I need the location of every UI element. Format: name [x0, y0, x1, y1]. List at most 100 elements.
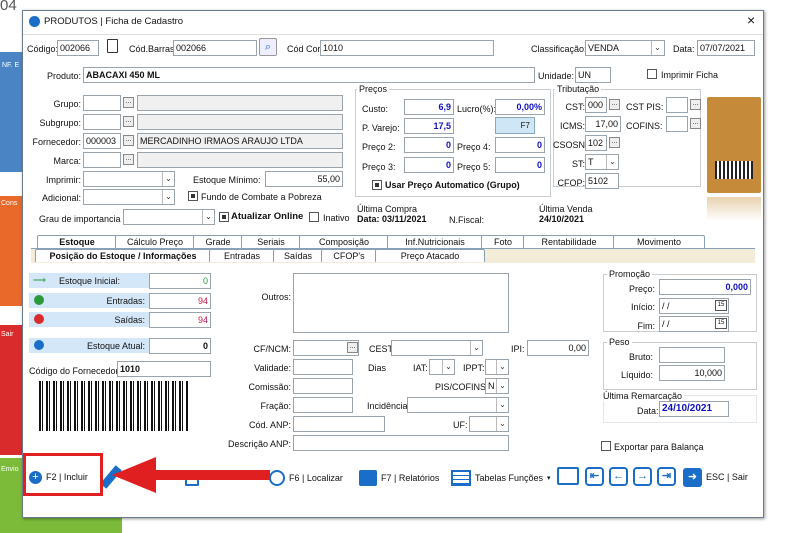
icms-input[interactable]: 17,00: [585, 116, 621, 132]
close-icon[interactable]: ×: [747, 13, 755, 27]
fundo-checkbox[interactable]: [188, 191, 198, 201]
tab-foto[interactable]: Foto: [481, 235, 525, 248]
plus-circle-icon: [34, 295, 44, 305]
product-image[interactable]: [707, 97, 761, 193]
p3-input[interactable]: 0: [404, 157, 454, 173]
csosn-input[interactable]: 102: [585, 135, 607, 151]
incidencia-select[interactable]: [407, 397, 509, 413]
tab-estoque[interactable]: Estoque: [37, 235, 117, 248]
ipi-input[interactable]: 0,00: [527, 340, 589, 356]
tab-calculo-preco[interactable]: Cálculo Preço: [115, 235, 195, 248]
relatorios-button[interactable]: F7 | Relatórios: [359, 468, 439, 488]
tabelas-button[interactable]: Tabelas Funções ▾: [451, 468, 551, 488]
tab-preco-atacado[interactable]: Preço Atacado: [375, 249, 485, 262]
chevron-down-icon[interactable]: ⌄: [202, 210, 214, 224]
auto-price-checkbox[interactable]: [372, 180, 382, 190]
inativo-checkbox[interactable]: [309, 212, 319, 222]
codigo-input[interactable]: 002066: [57, 40, 99, 56]
cfop-input[interactable]: 5102: [585, 173, 619, 189]
tab-inf-nutricionais[interactable]: Inf.Nutricionais: [387, 235, 483, 248]
prev-record-icon[interactable]: ←: [609, 467, 628, 486]
p5-input[interactable]: 0: [495, 157, 545, 173]
imprimir-ficha-checkbox[interactable]: [647, 69, 657, 79]
tab-saidas[interactable]: Saídas: [273, 249, 323, 262]
cofins-lookup-button[interactable]: ...: [690, 118, 701, 129]
validade-input[interactable]: [293, 359, 353, 375]
atualizar-online-checkbox[interactable]: [219, 212, 229, 222]
chevron-down-icon[interactable]: ⌄: [496, 379, 508, 393]
estoque-minimo-input[interactable]: 55,00: [265, 171, 343, 187]
fornecedor-code[interactable]: 000003: [83, 133, 121, 149]
grupo-code[interactable]: [83, 95, 121, 111]
bruto-input[interactable]: [659, 347, 725, 363]
varejo-input[interactable]: 17,5: [404, 118, 454, 134]
calendar-icon[interactable]: 15: [715, 300, 727, 311]
monitor-icon[interactable]: [557, 467, 579, 485]
cstpis-input[interactable]: [666, 97, 688, 113]
chevron-down-icon[interactable]: ⌄: [496, 398, 508, 412]
sair-button[interactable]: ➜ ESC | Sair: [683, 467, 748, 487]
comissao-label: Comissão:: [248, 382, 291, 392]
cofins-input[interactable]: [666, 116, 688, 132]
stock-icon: [34, 340, 44, 350]
next-record-icon[interactable]: →: [633, 467, 652, 486]
p2-input[interactable]: 0: [404, 137, 454, 153]
cor-input[interactable]: 1010: [320, 40, 494, 56]
tab-composicao[interactable]: Composição: [299, 235, 389, 248]
chevron-down-icon[interactable]: ⌄: [651, 41, 663, 55]
ult-compra-value: Data: 03/11/2021: [357, 214, 427, 224]
grupo-lookup-button[interactable]: ...: [123, 97, 134, 108]
cst-lookup-button[interactable]: ...: [609, 99, 620, 110]
p4-input[interactable]: 0: [495, 137, 545, 153]
liquido-input[interactable]: 10,000: [659, 365, 725, 381]
subgrupo-code[interactable]: [83, 114, 121, 130]
unidade-input[interactable]: UN: [575, 67, 611, 83]
cod-forn-input[interactable]: 1010: [117, 361, 211, 377]
tab-cfops[interactable]: CFOP's: [321, 249, 377, 262]
chevron-down-icon[interactable]: ⌄: [496, 360, 508, 374]
descanp-label: Descrição ANP:: [227, 439, 291, 449]
search-icon[interactable]: ⌕: [259, 38, 277, 56]
localizar-button[interactable]: F6 | Localizar: [269, 468, 343, 488]
barras-input[interactable]: 002066: [173, 40, 257, 56]
estoque-atual-value: 0: [149, 338, 211, 354]
f7-button[interactable]: F7: [495, 117, 535, 134]
chevron-down-icon[interactable]: ⌄: [162, 190, 174, 204]
promo-preco-input[interactable]: 0,000: [659, 279, 751, 295]
exportar-balanca-checkbox[interactable]: [601, 441, 611, 451]
chevron-down-icon[interactable]: ⌄: [162, 172, 174, 186]
last-record-icon[interactable]: ⇥: [657, 467, 676, 486]
data-input[interactable]: 07/07/2021: [697, 40, 755, 56]
comissao-input[interactable]: [293, 378, 353, 394]
codanp-input[interactable]: [293, 416, 385, 432]
cst-input[interactable]: 000: [585, 97, 607, 113]
fracao-input[interactable]: [293, 397, 353, 413]
marca-code[interactable]: [83, 152, 121, 168]
subgrupo-lookup-button[interactable]: ...: [123, 116, 134, 127]
tab-grade[interactable]: Grade: [193, 235, 243, 248]
fornecedor-lookup-button[interactable]: ...: [123, 135, 134, 146]
tab-posicao-estoque[interactable]: Posição do Estoque / Informações: [35, 249, 211, 262]
calendar-icon[interactable]: 15: [715, 318, 727, 329]
tab-rentabilidade[interactable]: Rentabilidade: [523, 235, 615, 248]
descanp-input[interactable]: [293, 435, 509, 451]
custo-input[interactable]: 6,9: [404, 99, 454, 115]
first-record-icon[interactable]: ⇤: [585, 467, 604, 486]
outros-textarea[interactable]: [293, 273, 509, 333]
estoque-inicial-label: Estoque Inicial:: [59, 276, 121, 286]
csosn-lookup-button[interactable]: ...: [609, 137, 620, 148]
chevron-down-icon[interactable]: ⌄: [606, 155, 618, 169]
remarc-data-label: Data:: [637, 406, 659, 416]
cstpis-lookup-button[interactable]: ...: [690, 99, 701, 110]
copy-icon[interactable]: [107, 39, 118, 53]
marca-lookup-button[interactable]: ...: [123, 154, 134, 165]
chevron-down-icon[interactable]: ⌄: [496, 417, 508, 431]
chevron-down-icon[interactable]: ⌄: [470, 341, 482, 355]
tab-entradas[interactable]: Entradas: [209, 249, 275, 262]
produto-input[interactable]: ABACAXI 450 ML: [83, 67, 535, 83]
chevron-down-icon[interactable]: ⌄: [442, 360, 454, 374]
tab-movimento[interactable]: Movimento: [613, 235, 705, 248]
cfncm-lookup-button[interactable]: ...: [347, 342, 358, 353]
lucro-input[interactable]: 0,00%: [495, 99, 545, 115]
tab-seriais[interactable]: Seriais: [241, 235, 301, 248]
